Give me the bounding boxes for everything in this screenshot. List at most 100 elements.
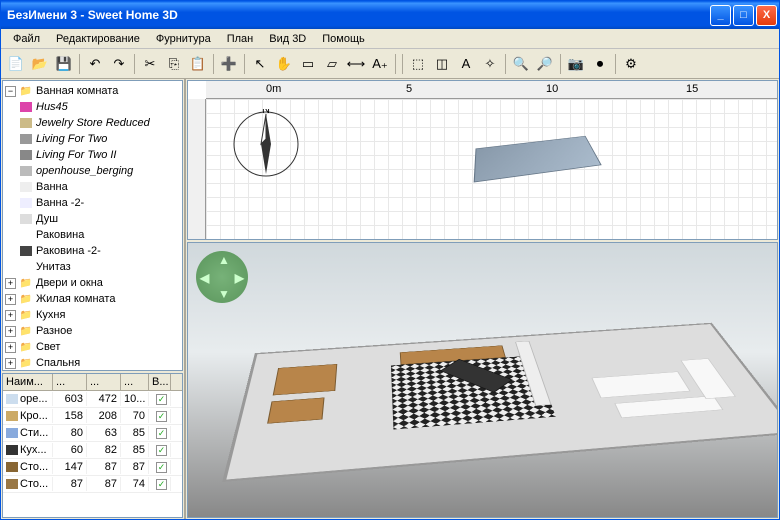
col-2[interactable]: ...: [87, 374, 121, 390]
checkbox-icon[interactable]: ✓: [156, 479, 167, 490]
zoom-out-icon[interactable]: 🔎: [534, 53, 556, 75]
col-3[interactable]: ...: [121, 374, 149, 390]
room-tool-icon[interactable]: ◫: [431, 53, 453, 75]
minimize-button[interactable]: _: [710, 5, 731, 26]
tree-item[interactable]: Ванна: [19, 179, 180, 195]
menu-furniture[interactable]: Фурнитура: [148, 31, 219, 47]
menu-plan[interactable]: План: [219, 31, 262, 47]
tree-item[interactable]: Ванна -2-: [19, 195, 180, 211]
tree-category[interactable]: +📁Кухня: [5, 307, 180, 323]
expand-icon[interactable]: +: [5, 294, 16, 305]
tree-item[interactable]: Jewelry Store Reduced: [19, 115, 180, 131]
table-row[interactable]: Кро...15820870✓: [3, 408, 182, 425]
right-panel: 0m 5 10 15 N ▲ ▼ ◀: [186, 79, 779, 519]
camera-icon[interactable]: 📷: [565, 53, 587, 75]
tree-category[interactable]: +📁Свет: [5, 339, 180, 355]
col-1[interactable]: ...: [53, 374, 87, 390]
furniture-list-table[interactable]: Наим... ... ... ... В... оре...60347210.…: [2, 373, 183, 518]
nav-3d-control[interactable]: ▲ ▼ ◀ ▶: [196, 251, 248, 303]
cut-icon[interactable]: ✂: [139, 53, 161, 75]
floorplan-preview[interactable]: [474, 136, 602, 183]
zoom-in-icon[interactable]: 🔍: [510, 53, 532, 75]
tree-item[interactable]: Душ: [19, 211, 180, 227]
menubar: Файл Редактирование Фурнитура План Вид 3…: [1, 29, 779, 49]
collapse-icon[interactable]: −: [5, 86, 16, 97]
checkbox-icon[interactable]: ✓: [156, 411, 167, 422]
select-icon[interactable]: ↖: [249, 53, 271, 75]
furniture-catalog-tree[interactable]: − 📁 Ванная комната Hus45 Jewelry Store R…: [2, 80, 183, 371]
tree-category[interactable]: +📁Жилая комната: [5, 291, 180, 307]
expand-icon[interactable]: +: [5, 342, 16, 353]
nav-up-icon[interactable]: ▲: [218, 253, 230, 267]
tree-item[interactable]: Раковина: [19, 227, 180, 243]
tree-category[interactable]: +📁Спальня: [5, 355, 180, 371]
tree-item[interactable]: openhouse_berging: [19, 163, 180, 179]
checkbox-icon[interactable]: ✓: [156, 428, 167, 439]
folder-icon: 📁: [19, 325, 33, 337]
sink-icon: [19, 229, 33, 241]
expand-icon[interactable]: +: [5, 310, 16, 321]
window-controls: _ □ X: [710, 5, 777, 26]
checkbox-icon[interactable]: ✓: [156, 394, 167, 405]
room-icon[interactable]: ▱: [321, 53, 343, 75]
nav-down-icon[interactable]: ▼: [218, 287, 230, 301]
new-icon[interactable]: 📄: [5, 53, 27, 75]
tree-category[interactable]: +📁Двери и окна: [5, 275, 180, 291]
table-row[interactable]: Кух...608285✓: [3, 442, 182, 459]
col-visible[interactable]: В...: [149, 374, 171, 390]
separator-icon: [244, 54, 245, 74]
view-3d[interactable]: ▲ ▼ ◀ ▶: [187, 242, 778, 518]
menu-3dview[interactable]: Вид 3D: [261, 31, 314, 47]
add-furniture-icon[interactable]: ➕: [218, 53, 240, 75]
checkbox-icon[interactable]: ✓: [156, 462, 167, 473]
nav-right-icon[interactable]: ▶: [235, 271, 244, 285]
titlebar[interactable]: БезИмени 3 - Sweet Home 3D _ □ X: [1, 1, 779, 29]
compass-icon[interactable]: N: [231, 109, 301, 179]
table-row[interactable]: Сто...878774✓: [3, 476, 182, 493]
tree-item[interactable]: Унитаз: [19, 259, 180, 275]
furniture-icon: [19, 149, 33, 161]
copy-icon[interactable]: ⎘: [163, 53, 185, 75]
expand-icon[interactable]: +: [5, 278, 16, 289]
pan-icon[interactable]: ✋: [273, 53, 295, 75]
undo-icon[interactable]: ↶: [84, 53, 106, 75]
close-button[interactable]: X: [756, 5, 777, 26]
table-header[interactable]: Наим... ... ... ... В...: [3, 374, 182, 391]
wall-tool-icon[interactable]: ⬚: [407, 53, 429, 75]
save-icon[interactable]: 💾: [53, 53, 75, 75]
folder-icon: 📁: [19, 357, 33, 369]
tree-item[interactable]: Hus45: [19, 99, 180, 115]
open-icon[interactable]: 📂: [29, 53, 51, 75]
expand-icon[interactable]: +: [5, 358, 16, 369]
furniture-3d: [592, 372, 691, 399]
nav-left-icon[interactable]: ◀: [200, 271, 209, 285]
tree-item[interactable]: Living For Two: [19, 131, 180, 147]
text-tool-icon[interactable]: A: [455, 53, 477, 75]
text-icon[interactable]: A₊: [369, 53, 391, 75]
redo-icon[interactable]: ↷: [108, 53, 130, 75]
table-row[interactable]: оре...60347210...✓: [3, 391, 182, 408]
tree-category[interactable]: +📁Разное: [5, 323, 180, 339]
tree-item[interactable]: Раковина -2-: [19, 243, 180, 259]
menu-file[interactable]: Файл: [5, 31, 48, 47]
table-row[interactable]: Сти...806385✓: [3, 425, 182, 442]
compass-tool-icon[interactable]: ✧: [479, 53, 501, 75]
tree-category[interactable]: − 📁 Ванная комната: [5, 83, 180, 99]
plan-2d-view[interactable]: 0m 5 10 15 N: [187, 80, 778, 240]
tree-item[interactable]: Living For Two II: [19, 147, 180, 163]
preferences-icon[interactable]: ⚙: [620, 53, 642, 75]
menu-help[interactable]: Помощь: [314, 31, 373, 47]
maximize-button[interactable]: □: [733, 5, 754, 26]
checkbox-icon[interactable]: ✓: [156, 445, 167, 456]
record-icon[interactable]: ⏺: [589, 53, 611, 75]
dimension-icon[interactable]: ⟷: [345, 53, 367, 75]
plan-canvas[interactable]: N: [206, 99, 777, 239]
paste-icon[interactable]: 📋: [187, 53, 209, 75]
tree-label: Ванная комната: [36, 85, 118, 97]
col-name[interactable]: Наим...: [3, 374, 53, 390]
menu-edit[interactable]: Редактирование: [48, 31, 148, 47]
wall-icon[interactable]: ▭: [297, 53, 319, 75]
table-row[interactable]: Сто...1478787✓: [3, 459, 182, 476]
sink-icon: [19, 245, 33, 257]
expand-icon[interactable]: +: [5, 326, 16, 337]
